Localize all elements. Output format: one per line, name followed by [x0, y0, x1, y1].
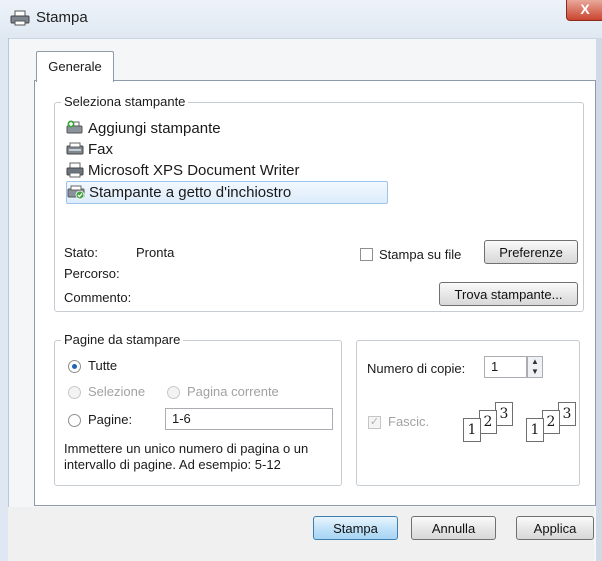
page-range-label: Pagine:	[88, 412, 133, 427]
printer-item-fax[interactable]: Fax	[66, 139, 388, 160]
all-pages-radio[interactable]	[68, 360, 81, 373]
spin-up-icon[interactable]: ▲	[528, 357, 542, 367]
comment-label: Commento:	[64, 290, 132, 305]
print-to-file-label: Stampa su file	[379, 247, 462, 262]
apply-button[interactable]: Applica	[516, 516, 594, 540]
collate-page-3: 3	[558, 402, 576, 426]
current-page-radio[interactable]	[167, 386, 180, 399]
collate-label: Fascic.	[388, 414, 430, 429]
collate-illustration-2: 3 2 1	[522, 400, 590, 444]
printer-item-add[interactable]: Aggiungi stampante	[66, 118, 388, 139]
printer-icon	[66, 162, 84, 178]
copies-input[interactable]: 1	[484, 356, 527, 378]
title-bar	[0, 0, 602, 39]
status-value: Pronta	[136, 245, 175, 260]
pages-group-label: Pagine da stampare	[61, 332, 184, 347]
collate-page-1: 1	[526, 418, 544, 442]
copies-label: Numero di copie:	[367, 361, 466, 376]
window-frame-left	[0, 38, 9, 561]
collate-page-3: 3	[495, 402, 513, 426]
close-button[interactable]: X	[566, 0, 602, 21]
status-label: Stato:	[64, 245, 98, 260]
path-label: Percorso:	[64, 266, 120, 281]
cancel-button[interactable]: Annulla	[411, 516, 496, 540]
selection-radio[interactable]	[68, 386, 81, 399]
window-frame-right	[596, 38, 602, 561]
window-title: Stampa	[36, 9, 88, 26]
print-button[interactable]: Stampa	[313, 516, 398, 540]
printer-label: Aggiungi stampante	[88, 120, 221, 137]
spin-down-icon[interactable]: ▼	[528, 367, 542, 377]
printer-item-inkjet[interactable]: Stampante a getto d'inchiostro	[66, 181, 388, 204]
button-bar	[8, 507, 594, 561]
tab-generale[interactable]: Generale	[36, 51, 114, 82]
collate-checkbox[interactable]: ✓	[368, 416, 381, 429]
add-printer-icon	[66, 120, 83, 134]
fax-icon	[66, 142, 84, 155]
selection-label: Selezione	[88, 384, 146, 399]
preferences-button[interactable]: Preferenze	[484, 240, 578, 264]
inkjet-printer-default-icon	[67, 185, 85, 200]
find-printer-button[interactable]: Trova stampante...	[439, 282, 578, 306]
all-pages-label: Tutte	[88, 358, 118, 373]
printer-list[interactable]: Aggiungi stampante Fax Microsoft XPS Doc…	[66, 118, 388, 204]
printer-label: Fax	[88, 141, 114, 158]
printer-label: Stampante a getto d'inchiostro	[89, 184, 292, 201]
collate-illustration-1: 3 2 1	[455, 400, 523, 444]
page-range-input[interactable]: 1-6	[165, 408, 333, 430]
collate-page-2: 2	[479, 410, 497, 434]
collate-page-2: 2	[542, 410, 560, 434]
printer-label: Microsoft XPS Document Writer	[88, 162, 300, 179]
print-to-file-checkbox[interactable]	[360, 248, 373, 261]
page-range-hint: Immettere un unico numero di pagina o un…	[64, 441, 309, 472]
current-page-label: Pagina corrente	[187, 384, 279, 399]
copies-spinner[interactable]: ▲ ▼	[527, 356, 543, 378]
select-printer-label: Seleziona stampante	[61, 94, 189, 109]
collate-page-1: 1	[463, 418, 481, 442]
printer-icon	[10, 10, 30, 26]
printer-item-xps[interactable]: Microsoft XPS Document Writer	[66, 160, 388, 181]
page-range-radio[interactable]	[68, 414, 81, 427]
